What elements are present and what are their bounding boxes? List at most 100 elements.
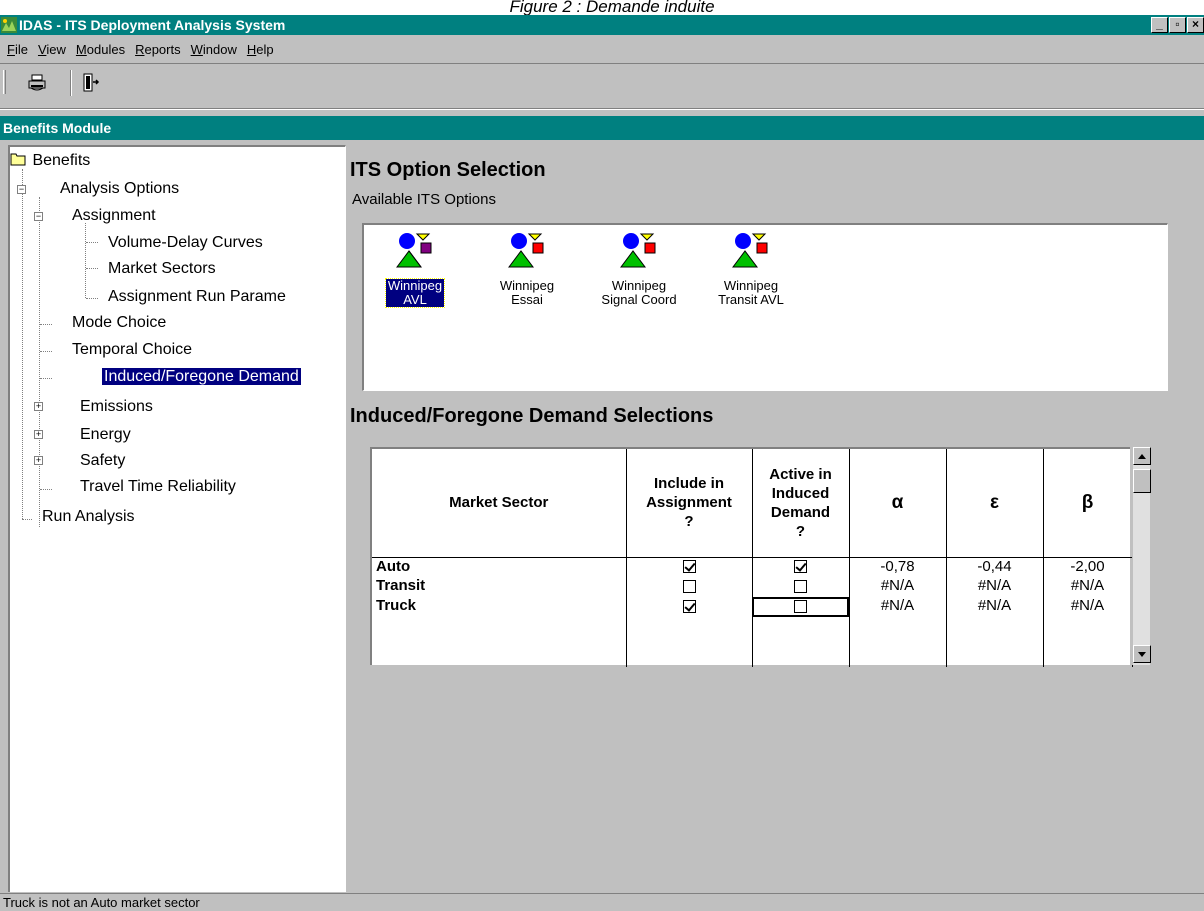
option-label-line2: Transit AVL (718, 292, 784, 307)
tree-item-energy[interactable]: Energy (78, 423, 133, 447)
tree-item-temporal-choice[interactable]: Temporal Choice (70, 338, 194, 362)
option-winnipeg-transit-avl[interactable]: Winnipeg Transit AVL (706, 229, 796, 307)
its-options-list: Winnipeg AVL Winnipeg Essai Winnipeg Signal… (362, 223, 1168, 391)
its-option-icon (620, 233, 656, 268)
option-winnipeg-essai[interactable]: Winnipeg Essai (482, 229, 572, 307)
its-option-icon (732, 233, 768, 268)
close-button[interactable]: × (1187, 17, 1204, 33)
arrow-up-icon (1138, 453, 1146, 459)
collapse-icon[interactable]: − (17, 185, 26, 194)
empty-cell (849, 617, 947, 667)
beta-cell[interactable]: #N/A (1043, 577, 1133, 597)
menu-view[interactable]: View (33, 42, 71, 57)
collapse-icon[interactable]: − (34, 212, 43, 221)
tree-connector (39, 197, 40, 527)
active-checkbox[interactable] (794, 560, 807, 574)
epsilon-cell[interactable]: #N/A (946, 577, 1044, 597)
exit-button[interactable] (76, 70, 106, 96)
menu-modules[interactable]: Modules (71, 42, 130, 57)
tree-connector (22, 519, 32, 520)
scroll-thumb[interactable] (1133, 469, 1151, 493)
beta-cell[interactable]: -2,00 (1043, 557, 1133, 577)
toolbar (0, 63, 1204, 109)
include-checkbox[interactable] (682, 579, 696, 593)
tree-item-assignment-run-parameters[interactable]: Assignment Run Parame (106, 285, 288, 309)
tree-item-volume-delay-curves[interactable]: Volume-Delay Curves (106, 231, 265, 255)
header-line: Induced (771, 484, 830, 502)
market-sector-cell: Auto (372, 557, 627, 577)
tree-item-market-sectors[interactable]: Market Sectors (106, 257, 218, 281)
market-sector-cell: Truck (372, 597, 627, 617)
include-cell[interactable] (626, 577, 753, 597)
header-alpha: α (849, 449, 947, 558)
print-button[interactable] (22, 70, 52, 96)
header-beta: β (1043, 449, 1133, 558)
empty-cell (946, 617, 1044, 667)
alpha-cell[interactable]: #N/A (849, 597, 947, 617)
option-label-line2: Signal Coord (601, 292, 677, 307)
active-checkbox[interactable] (794, 599, 807, 613)
tree-item-run-analysis[interactable]: Run Analysis (40, 505, 137, 529)
maximize-button[interactable]: ▫ (1169, 17, 1186, 33)
option-label-line1: Winnipeg (499, 278, 555, 293)
active-cell-focused[interactable] (752, 597, 850, 617)
tree-item-assignment[interactable]: Assignment (70, 204, 158, 228)
tree-connector (40, 489, 52, 490)
status-bar: Truck is not an Auto market sector (0, 893, 1204, 911)
minimize-button[interactable]: _ (1151, 17, 1168, 33)
menu-window[interactable]: Window (186, 42, 242, 57)
menu-help[interactable]: Help (242, 42, 279, 57)
include-checkbox[interactable] (682, 560, 696, 574)
header-line: ? (684, 513, 694, 531)
include-cell[interactable] (626, 557, 753, 577)
option-label-line1: Winnipeg (387, 278, 443, 293)
menu-reports[interactable]: Reports (130, 42, 186, 57)
expand-icon[interactable]: + (34, 456, 43, 465)
menu-bar: File View Modules Reports Window Help (0, 35, 1204, 63)
app-icon (1, 17, 17, 33)
tree-item-analysis-options[interactable]: Analysis Options (58, 177, 181, 201)
its-option-selection-heading: ITS Option Selection (350, 159, 546, 181)
alpha-cell[interactable]: -0,78 (849, 557, 947, 577)
epsilon-cell[interactable]: #N/A (946, 597, 1044, 617)
tree-connector (40, 351, 52, 352)
module-title-bar: Benefits Module (0, 116, 1204, 140)
empty-row (372, 617, 1133, 667)
tree-item-mode-choice[interactable]: Mode Choice (70, 311, 168, 335)
tree-connector (85, 223, 86, 298)
epsilon-cell[interactable]: -0,44 (946, 557, 1044, 577)
alpha-cell[interactable]: #N/A (849, 577, 947, 597)
tree-item-travel-time-reliability[interactable]: Travel Time Reliability (78, 475, 238, 499)
its-option-icon (396, 233, 432, 268)
menu-file[interactable]: File (2, 42, 33, 57)
tree-connector (40, 324, 52, 325)
empty-cell (1043, 617, 1133, 667)
exit-icon (83, 73, 100, 92)
empty-cell (626, 617, 753, 667)
option-winnipeg-signal-coord[interactable]: Winnipeg Signal Coord (594, 229, 684, 307)
tree-item-emissions[interactable]: Emissions (78, 395, 155, 419)
scroll-down-button[interactable] (1133, 645, 1151, 663)
tree-item-induced-foregone-demand[interactable]: Induced/Foregone Demand (102, 365, 301, 389)
beta-cell[interactable]: #N/A (1043, 597, 1133, 617)
active-cell[interactable] (752, 577, 850, 597)
option-label-line2: AVL (403, 292, 427, 307)
table-row: Truck #N/A #N/A #N/A (372, 597, 1133, 617)
toolbar-grip (3, 70, 6, 94)
table-row: Transit #N/A #N/A #N/A (372, 577, 1133, 597)
include-cell[interactable] (626, 597, 753, 617)
active-checkbox[interactable] (794, 579, 807, 593)
tree-connector (86, 242, 98, 243)
header-line: Include in (653, 475, 724, 493)
expand-icon[interactable]: + (34, 430, 43, 439)
tree-item-benefits[interactable]: Benefits (10, 149, 92, 173)
grid-vertical-scrollbar[interactable] (1132, 447, 1151, 665)
option-winnipeg-avl[interactable]: Winnipeg AVL (370, 229, 460, 308)
scroll-up-button[interactable] (1133, 447, 1151, 465)
include-checkbox[interactable] (682, 599, 696, 613)
tree-item-safety[interactable]: Safety (78, 449, 127, 473)
arrow-down-icon (1138, 651, 1146, 657)
expand-icon[interactable]: + (34, 402, 43, 411)
demand-selections-heading: Induced/Foregone Demand Selections (350, 405, 714, 427)
active-cell[interactable] (752, 557, 850, 577)
